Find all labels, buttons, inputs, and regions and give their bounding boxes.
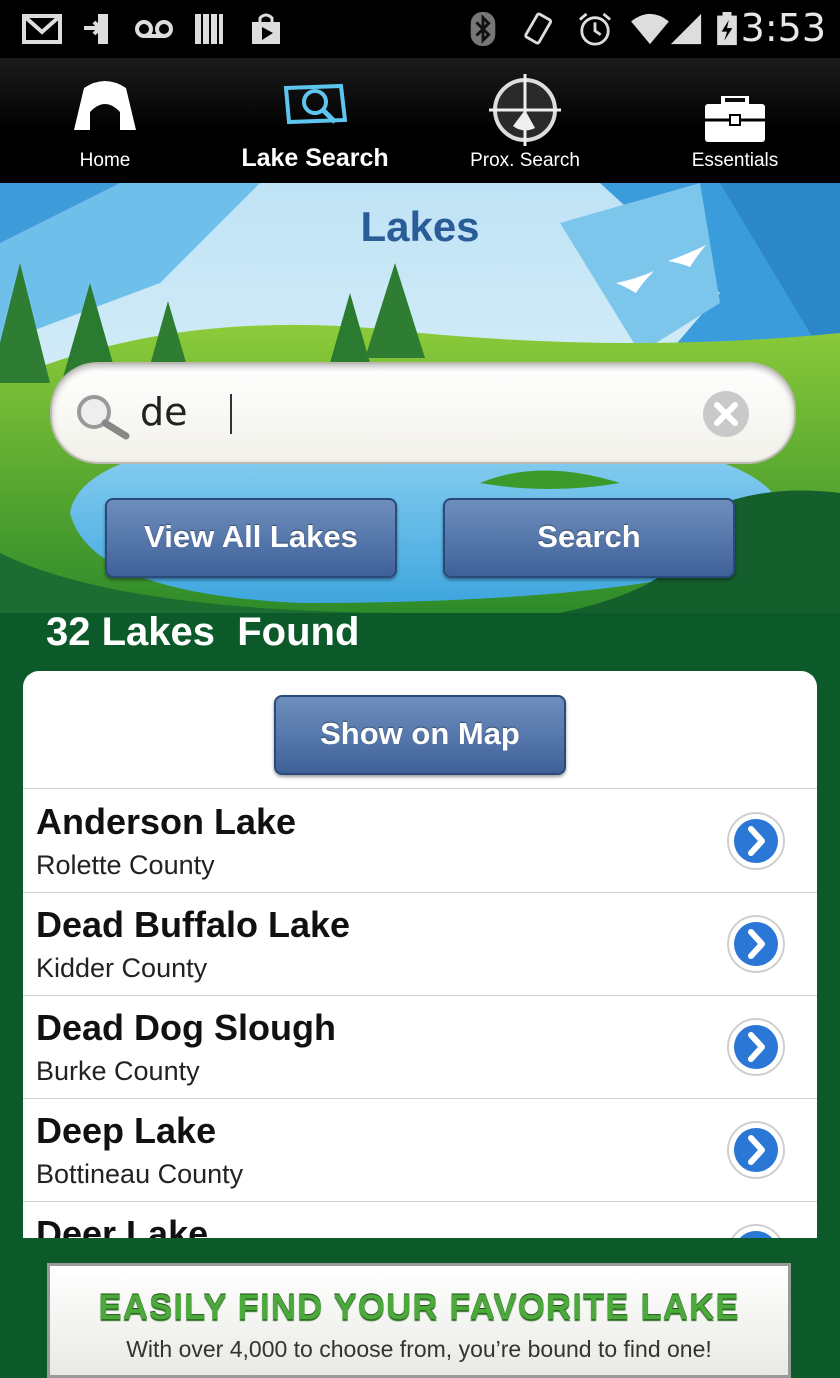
text-cursor <box>230 394 232 434</box>
search-box[interactable] <box>50 362 796 464</box>
list-item[interactable]: Dead Buffalo Lake Kidder County <box>23 892 817 996</box>
show-on-map-button[interactable]: Show on Map <box>274 695 566 775</box>
disclosure-arrow-icon[interactable] <box>726 811 786 871</box>
wifi-icon <box>631 13 669 45</box>
disclosure-arrow-icon[interactable] <box>726 1120 786 1180</box>
nav-lake-search[interactable]: Lake Search <box>210 58 420 183</box>
show-on-map-row: Show on Map <box>23 671 817 789</box>
rotate-icon <box>524 12 553 45</box>
bluetooth-icon <box>470 12 496 46</box>
nav-home-label: Home <box>79 150 131 171</box>
toolbox-icon <box>705 96 765 142</box>
banner-title: EASILY FIND YOUR FAVORITE LAKE <box>98 1288 740 1327</box>
crosshair-icon <box>489 74 561 146</box>
page-title: Lakes <box>360 203 480 250</box>
list-item[interactable]: Dead Dog Slough Burke County <box>23 995 817 1099</box>
lake-name: Dead Buffalo Lake <box>36 904 351 945</box>
status-bar: 3:53 <box>0 0 840 58</box>
view-all-lakes-button[interactable]: View All Lakes <box>105 498 397 578</box>
lake-name: Deer Lake <box>36 1213 209 1238</box>
download-icon <box>84 14 108 44</box>
clock: 3:53 <box>740 6 826 50</box>
top-nav: Home Lake Search Prox. Search Essentials <box>0 58 840 183</box>
lake-county: Burke County <box>36 1056 200 1086</box>
disclosure-arrow-icon[interactable] <box>726 1223 786 1238</box>
results-list[interactable]: Show on Map Anderson Lake Rolette County… <box>23 671 817 1238</box>
list-item[interactable]: Deep Lake Bottineau County <box>23 1098 817 1202</box>
banner-subtitle: With over 4,000 to choose from, you’re b… <box>126 1336 712 1362</box>
alarm-icon <box>578 12 612 46</box>
nav-essentials[interactable]: Essentials <box>630 58 840 183</box>
search-icon <box>77 395 130 440</box>
lake-county: Bottineau County <box>36 1159 244 1189</box>
clear-search-icon[interactable] <box>702 390 750 438</box>
lake-search-icon <box>283 83 347 125</box>
nav-lake-search-label: Lake Search <box>241 144 389 172</box>
search-input[interactable] <box>140 384 680 440</box>
results-count: 32 Lakes Found <box>46 610 360 654</box>
lake-county: Rolette County <box>36 850 215 880</box>
tent-icon <box>74 81 136 130</box>
promo-banner[interactable]: EASILY FIND YOUR FAVORITE LAKE With over… <box>47 1263 791 1378</box>
nav-home[interactable]: Home <box>0 58 210 183</box>
nav-essentials-label: Essentials <box>691 150 779 171</box>
cell-signal-icon <box>670 13 702 45</box>
signal-bars-icon <box>195 14 223 44</box>
lake-name: Dead Dog Slough <box>36 1007 336 1048</box>
list-item[interactable]: Deer Lake <box>23 1201 817 1238</box>
list-item[interactable]: Anderson Lake Rolette County <box>23 789 817 893</box>
lake-name: Anderson Lake <box>36 801 297 842</box>
nav-prox-search-label: Prox. Search <box>470 150 580 171</box>
play-store-icon <box>252 13 280 44</box>
disclosure-arrow-icon[interactable] <box>726 914 786 974</box>
voicemail-icon <box>135 20 173 38</box>
lake-county: Kidder County <box>36 953 208 983</box>
nav-prox-search[interactable]: Prox. Search <box>420 58 630 183</box>
disclosure-arrow-icon[interactable] <box>726 1017 786 1077</box>
battery-icon <box>717 12 737 46</box>
lake-name: Deep Lake <box>36 1110 217 1151</box>
search-button[interactable]: Search <box>443 498 735 578</box>
gmail-icon <box>22 14 62 44</box>
